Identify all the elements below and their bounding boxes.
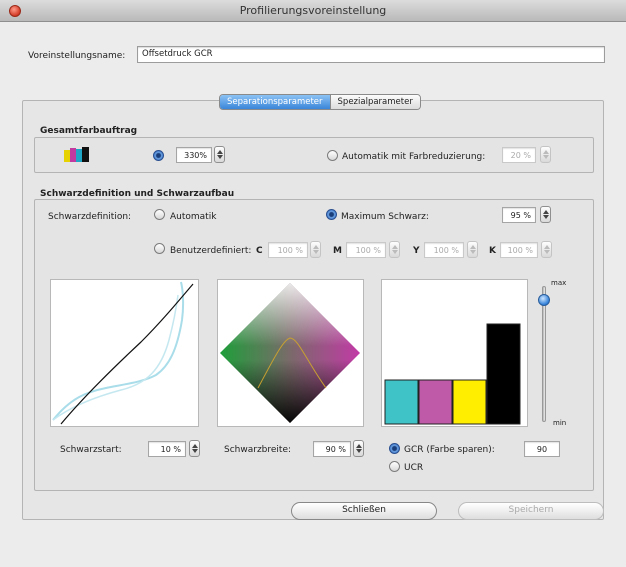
channel-m-stepper[interactable] xyxy=(389,241,400,258)
total-ink-reduction-stepper[interactable] xyxy=(540,146,551,163)
total-ink-value-field[interactable]: 330% xyxy=(176,147,212,163)
bar-cyan xyxy=(384,379,419,425)
preset-name-field[interactable]: Offsetdruck GCR xyxy=(137,46,605,63)
channel-k-field[interactable]: 100 % xyxy=(500,242,538,258)
tab-special-parameters[interactable]: Spezialparameter xyxy=(329,95,420,109)
custom-black-radio[interactable] xyxy=(154,243,165,254)
black-start-label: Schwarzstart: xyxy=(60,445,122,455)
channel-y-field[interactable]: 100 % xyxy=(424,242,464,258)
gcr-value-field[interactable]: 90 xyxy=(524,441,560,457)
gcr-slider-knob[interactable] xyxy=(538,293,550,306)
ucr-radio[interactable] xyxy=(389,461,400,472)
total-ink-auto-radio[interactable] xyxy=(327,150,338,161)
total-ink-auto-label: Automatik mit Farbreduzierung: xyxy=(342,152,486,162)
color-space-diagram xyxy=(217,279,364,427)
total-ink-manual-radio[interactable] xyxy=(153,150,164,161)
gcr-radio[interactable] xyxy=(389,443,400,454)
slider-max-label: max xyxy=(551,279,567,287)
bar-magenta xyxy=(418,379,453,425)
black-generation-curve-chart xyxy=(50,279,199,427)
tab-separation-parameters[interactable]: Separationsparameter xyxy=(220,95,330,109)
save-button[interactable]: Speichern xyxy=(458,502,604,520)
channel-y-label: Y xyxy=(413,246,420,256)
black-width-label: Schwarzbreite: xyxy=(224,445,292,455)
black-start-stepper[interactable] xyxy=(189,440,200,457)
ink-bar-chart xyxy=(381,279,528,427)
total-ink-stepper[interactable] xyxy=(214,146,225,163)
black-width-stepper[interactable] xyxy=(353,440,364,457)
preset-name-label: Voreinstellungsname: xyxy=(28,51,126,61)
channel-k-stepper[interactable] xyxy=(541,241,552,258)
channel-m-field[interactable]: 100 % xyxy=(346,242,386,258)
max-black-stepper[interactable] xyxy=(540,206,551,223)
channel-c-stepper[interactable] xyxy=(310,241,321,258)
channel-y-stepper[interactable] xyxy=(467,241,478,258)
tab-bar: Separationsparameter Spezialparameter xyxy=(219,94,421,110)
black-width-field[interactable]: 90 % xyxy=(313,441,351,457)
black-auto-label: Automatik xyxy=(170,212,217,222)
bar-black xyxy=(486,323,521,425)
custom-black-label: Benutzerdefiniert: xyxy=(170,246,252,256)
channel-c-label: C xyxy=(256,246,263,256)
profile-preset-window: Profilierungsvoreinstellung Voreinstellu… xyxy=(0,0,626,567)
channel-c-field[interactable]: 100 % xyxy=(268,242,308,258)
black-definition-heading: Schwarzdefinition und Schwarzaufbau xyxy=(40,189,235,199)
max-black-radio[interactable] xyxy=(326,209,337,220)
bar-yellow xyxy=(452,379,487,425)
black-start-field[interactable]: 10 % xyxy=(148,441,186,457)
gcr-slider-track[interactable] xyxy=(542,286,546,422)
max-black-field[interactable]: 95 % xyxy=(502,207,536,223)
black-definition-label: Schwarzdefinition: xyxy=(48,212,132,222)
max-black-label: Maximum Schwarz: xyxy=(341,212,429,222)
window-title: Profilierungsvoreinstellung xyxy=(239,4,387,17)
slider-min-label: min xyxy=(553,419,567,427)
title-bar: Profilierungsvoreinstellung xyxy=(0,0,626,22)
ink-cartridges-icon xyxy=(64,147,89,162)
total-ink-reduction-field[interactable]: 20 % xyxy=(502,147,536,163)
ucr-label: UCR xyxy=(404,463,424,473)
gcr-label: GCR (Farbe sparen): xyxy=(404,445,495,455)
cyan-curve xyxy=(52,281,185,421)
channel-k-label: K xyxy=(489,246,496,256)
channel-m-label: M xyxy=(333,246,342,256)
black-auto-radio[interactable] xyxy=(154,209,165,220)
total-ink-heading: Gesamtfarbauftrag xyxy=(40,126,138,136)
close-button[interactable]: Schließen xyxy=(291,502,437,520)
